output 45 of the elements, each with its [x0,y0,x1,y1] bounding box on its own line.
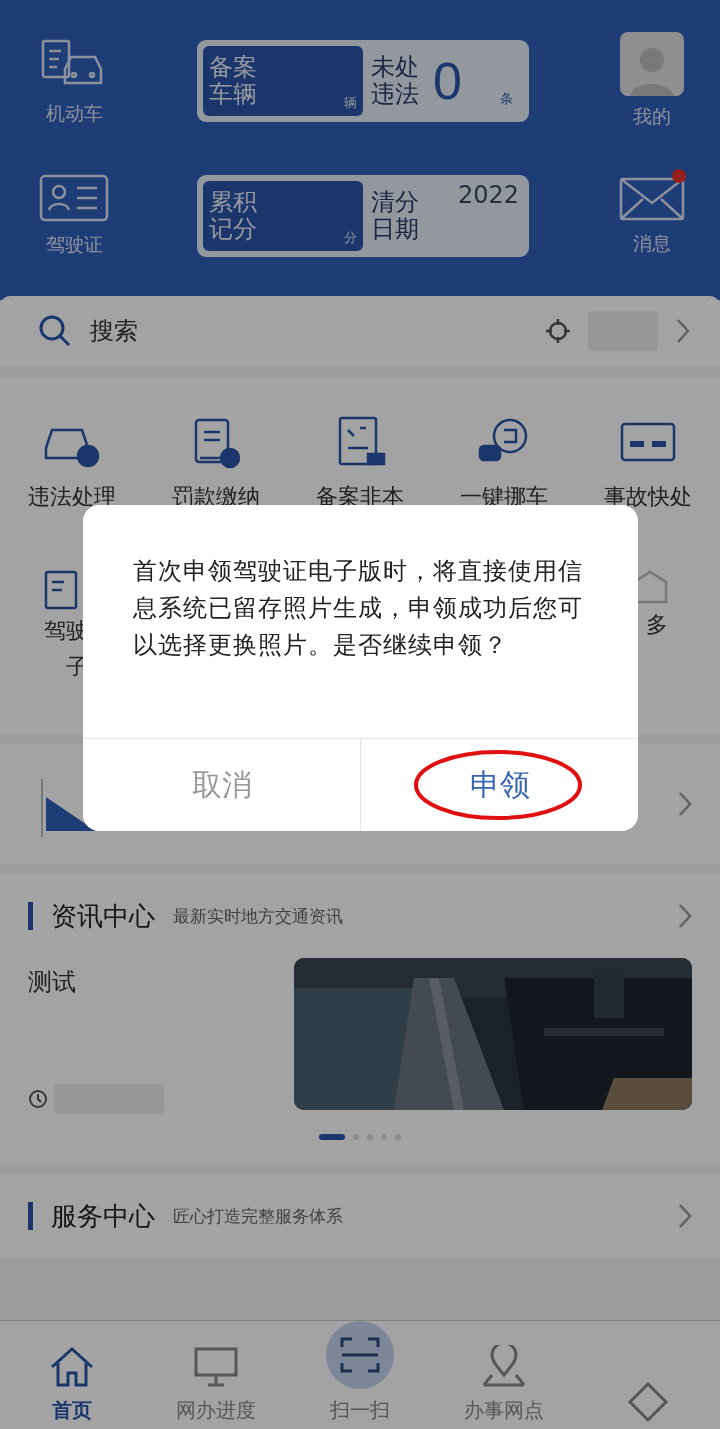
envelope-icon [619,175,685,223]
nav-tab[interactable]: 首页 [0,1321,144,1429]
nav-shortcut-label[interactable]: 驾驶证 [45,232,103,258]
section-title: 服务中心 [51,1199,155,1233]
monitor-icon [192,1345,240,1389]
chevron-right-icon [678,791,692,817]
cancel-button[interactable]: 取消 [83,739,360,831]
unit-label: 条 [500,90,513,108]
unit-label: 分 [344,229,357,247]
nav-tab[interactable]: 网办进度 [144,1321,288,1429]
stat-value: 0 [433,51,462,111]
news-title[interactable]: 测试 [28,966,164,998]
nav-shortcut-label[interactable]: 消息 [633,231,671,257]
confirm-button[interactable]: 申领 [360,739,638,831]
chevron-right-icon [678,903,692,929]
section-marker [28,902,33,930]
locate-icon [546,319,570,343]
search-field[interactable]: 搜索 [0,296,720,366]
field-label: 备案 车辆 [209,54,257,108]
section-subtitle: 最新实时地方交通资讯 [173,904,344,928]
nav-tab[interactable]: 扫一扫 [288,1321,432,1429]
stat-value: 2022 [457,181,519,209]
map-pin-icon [480,1345,528,1389]
service-label[interactable]: 事故快处 [604,482,692,512]
info-card[interactable]: 累积 记分 分 清分 日期 2022 [197,175,529,257]
id-card-icon [44,570,78,610]
nav-shortcut-label[interactable]: 我的 [633,104,671,130]
section-title: 资讯中心 [51,899,155,933]
stat-label: 清分 日期 [371,189,419,243]
stat-label: 未处 违法 [371,54,419,108]
field-label: 累积 记分 [209,189,257,243]
chevron-right-icon [678,1203,692,1229]
service-label[interactable]: 多 [646,610,668,640]
unit-label: 辆 [344,94,357,112]
avatar[interactable] [620,32,684,96]
id-card-icon [39,174,109,224]
nav-shortcut-label[interactable]: 机动车 [45,101,103,127]
dialog-message: 首次申领驾驶证电子版时，将直接使用信息系统已留存照片生成，申领成功后您可以选择更换照片。是否继续申领？ [132,556,584,661]
section-subtitle: 匠心打造完整服务体系 [173,1204,344,1228]
home-icon [48,1345,96,1389]
clock-icon [28,1089,48,1109]
section-marker [28,1202,33,1230]
nav-tab[interactable]: 办事网点 [432,1321,576,1429]
chevron-right-icon [676,318,690,344]
search-icon [38,314,72,348]
